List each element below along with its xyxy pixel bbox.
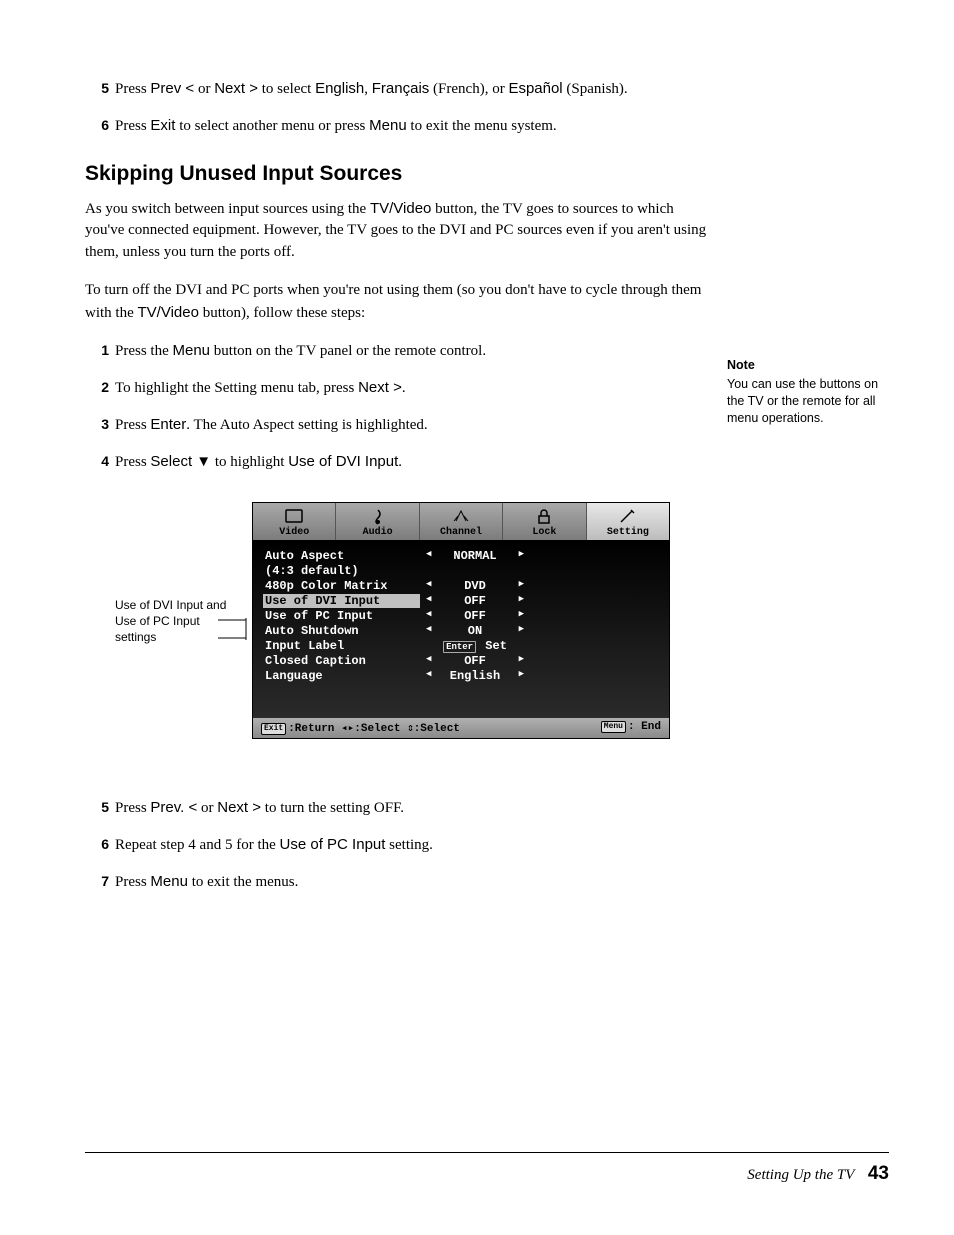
step-item: 6 Press Exit to select another menu or pr… [85, 115, 710, 138]
osd-row-value: ◀OFF▶ [420, 594, 530, 608]
osd-row-label: Language [263, 669, 420, 683]
step-item: 5 Press Prev < or Next > to select Englis… [85, 78, 710, 101]
footer-page-number: 43 [868, 1163, 889, 1184]
step-number: 6 [85, 834, 109, 857]
step-number: 7 [85, 871, 109, 894]
callout-leader-line [218, 620, 253, 649]
osd-row-label: 480p Color Matrix [263, 579, 420, 593]
step-item: 7 Press Menu to exit the menus. [85, 871, 710, 894]
osd-row-label: Input Label [263, 639, 420, 653]
osd-row[interactable]: 480p Color Matrix◀DVD▶ [263, 578, 659, 593]
osd-row[interactable]: Input LabelEnter Set [263, 638, 659, 653]
osd-row[interactable]: Use of PC Input◀OFF▶ [263, 608, 659, 623]
osd-tab-label: Audio [336, 527, 418, 538]
step-number: 6 [85, 115, 109, 138]
footer-rule [85, 1152, 889, 1153]
section-heading: Skipping Unused Input Sources [85, 162, 710, 186]
osd-row-label: Use of DVI Input [263, 594, 420, 608]
osd-row-label: Auto Shutdown [263, 624, 420, 638]
osd-row-value: ◀NORMAL▶ [420, 549, 530, 563]
osd-row-label: Auto Aspect [263, 549, 420, 563]
osd-row-label: Closed Caption [263, 654, 420, 668]
footer-chapter: Setting Up the TV [747, 1167, 854, 1183]
osd-row-label: Use of PC Input [263, 609, 420, 623]
osd-row-value: ◀DVD▶ [420, 579, 530, 593]
osd-tab-lock[interactable]: Lock [503, 503, 586, 540]
video-icon [253, 507, 335, 525]
osd-footer-right: Menu: End [601, 721, 661, 735]
osd-row-value: ◀ON▶ [420, 624, 530, 638]
paragraph: As you switch between input sources usin… [85, 198, 710, 264]
step-text: Press Prev < or Next > to select English… [115, 78, 710, 101]
step-number: 5 [85, 78, 109, 101]
step-text: Press Enter. The Auto Aspect setting is … [115, 414, 710, 437]
osd-tab-audio[interactable]: Audio [336, 503, 419, 540]
osd-row[interactable]: Use of DVI Input◀OFF▶ [263, 593, 659, 608]
step-text: Press Exit to select another menu or pre… [115, 115, 710, 138]
step-text: Press Select ▼ to highlight Use of DVI I… [115, 451, 710, 474]
osd-tab-setting[interactable]: Setting [587, 503, 669, 540]
osd-tab-label: Video [253, 527, 335, 538]
step-number: 1 [85, 340, 109, 363]
step-item: 3 Press Enter. The Auto Aspect setting is… [85, 414, 710, 437]
note-sidebar: Note You can use the buttons on the TV o… [727, 357, 887, 427]
osd-footer-left: Exit:Return ◂▸:Select ⇕:Select [261, 721, 460, 735]
osd-menu: VideoAudioChannelLockSetting Auto Aspect… [252, 502, 670, 739]
audio-icon [336, 507, 418, 525]
step-number: 3 [85, 414, 109, 437]
osd-tab-label: Setting [587, 527, 669, 538]
main-content: 5 Press Prev < or Next > to select Englis… [85, 78, 710, 908]
osd-row-value: Enter Set [420, 639, 530, 653]
lock-icon [503, 507, 585, 525]
step-item: 5 Press Prev. < or Next > to turn the set… [85, 797, 710, 820]
osd-tab-video[interactable]: Video [253, 503, 336, 540]
note-body: You can use the buttons on the TV or the… [727, 376, 887, 427]
osd-row-value: ◀OFF▶ [420, 609, 530, 623]
paragraph: To turn off the DVI and PC ports when yo… [85, 280, 710, 325]
footer: Setting Up the TV 43 [747, 1163, 889, 1185]
osd-tab-label: Channel [420, 527, 502, 538]
osd-tab-label: Lock [503, 527, 585, 538]
step-text: To highlight the Setting menu tab, press… [115, 377, 710, 400]
osd-row[interactable]: Language◀English▶ [263, 668, 659, 683]
osd-row[interactable]: Closed Caption◀OFF▶ [263, 653, 659, 668]
osd-tab-channel[interactable]: Channel [420, 503, 503, 540]
channel-icon [420, 507, 502, 525]
osd-row[interactable]: Auto Aspect◀NORMAL▶ [263, 548, 659, 563]
step-text: Press Menu to exit the menus. [115, 871, 710, 894]
setting-icon [587, 507, 669, 525]
step-item: 2 To highlight the Setting menu tab, pres… [85, 377, 710, 400]
callout-label: Use of DVI Input andUse of PC Input sett… [115, 597, 235, 646]
osd-row-value: ◀OFF▶ [420, 654, 530, 668]
step-number: 5 [85, 797, 109, 820]
note-heading: Note [727, 357, 887, 374]
step-text: Press Prev. < or Next > to turn the sett… [115, 797, 710, 820]
step-item: 4 Press Select ▼ to highlight Use of DVI … [85, 451, 710, 474]
step-number: 2 [85, 377, 109, 400]
step-text: Repeat step 4 and 5 for the Use of PC In… [115, 834, 710, 857]
step-item: 1 Press the Menu button on the TV panel o… [85, 340, 710, 363]
step-text: Press the Menu button on the TV panel or… [115, 340, 710, 363]
osd-row-value: ◀English▶ [420, 669, 530, 683]
step-number: 4 [85, 451, 109, 474]
osd-row[interactable]: (4:3 default) [263, 563, 659, 578]
osd-row-label: (4:3 default) [263, 564, 420, 578]
osd-row[interactable]: Auto Shutdown◀ON▶ [263, 623, 659, 638]
step-item: 6 Repeat step 4 and 5 for the Use of PC I… [85, 834, 710, 857]
